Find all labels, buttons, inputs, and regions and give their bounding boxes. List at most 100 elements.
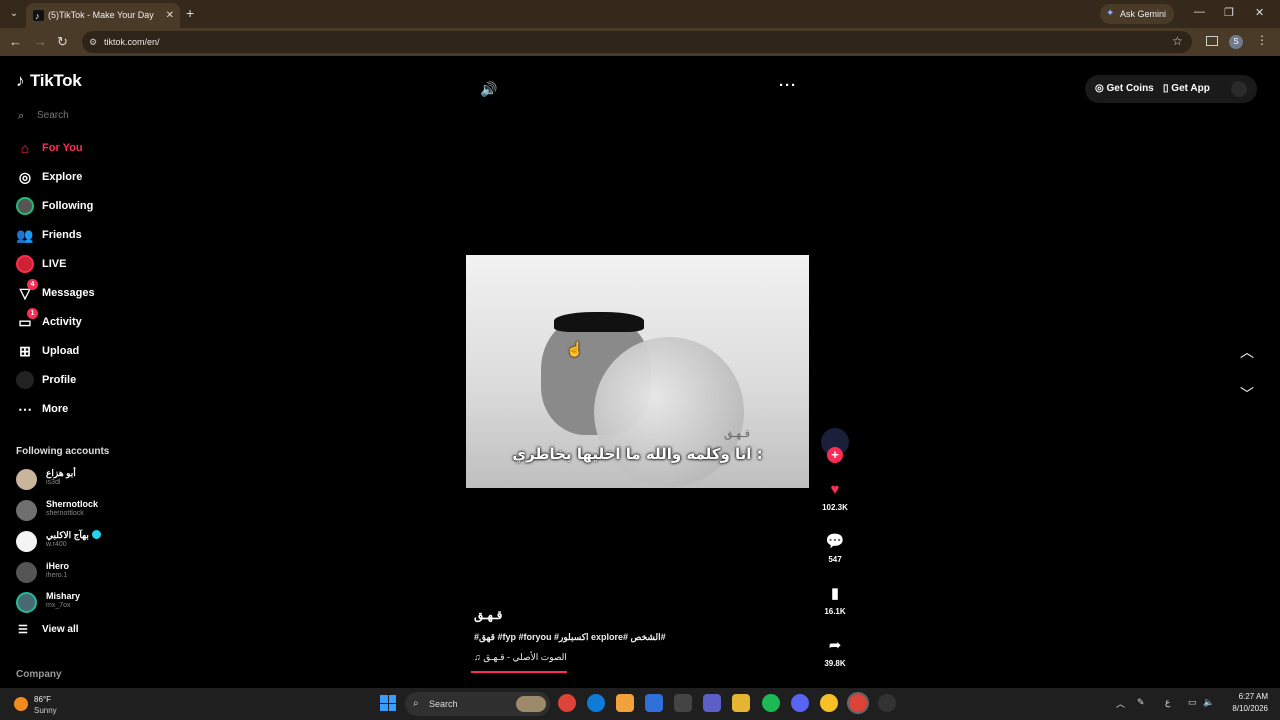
share-button[interactable]: ➦ 39.8K [815, 636, 855, 668]
forward-icon[interactable]: → [34, 34, 47, 49]
close-window-button[interactable]: ✕ [1255, 6, 1264, 19]
nav-label: Profile [42, 374, 77, 386]
network-icon[interactable]: ▭ [1188, 697, 1197, 708]
volume-icon[interactable]: 🔊 [480, 81, 497, 98]
file-explorer-icon[interactable] [732, 694, 750, 712]
app-notification-icon[interactable] [878, 694, 896, 712]
company-link[interactable]: Company [16, 669, 62, 680]
nav-messages[interactable]: ▽ 4 Messages [16, 279, 176, 304]
get-app-label: Get App [1171, 83, 1210, 94]
ask-gemini-button[interactable]: ✦ Ask Gemini [1100, 4, 1175, 24]
view-all-link[interactable]: ☰ View all [16, 624, 79, 636]
next-video-chevron-down-icon[interactable]: ﹀ [1240, 384, 1254, 404]
emoji-app-icon[interactable] [820, 694, 838, 712]
teams-icon[interactable] [703, 694, 721, 712]
get-app-button[interactable]: ▯ Get App [1163, 75, 1210, 103]
verified-badge-icon [91, 530, 101, 539]
account-name: Mishary [46, 591, 81, 601]
app-icon[interactable] [674, 694, 692, 712]
tab-close-button[interactable]: ✕ [166, 3, 174, 28]
url-field[interactable]: ⚙ tiktok.com/en/ [82, 31, 1192, 53]
nav-upload[interactable]: ⊞ Upload [16, 340, 176, 362]
site-info-icon[interactable]: ⚙ [89, 31, 97, 53]
follow-plus-icon[interactable]: + [827, 447, 843, 463]
outlook-icon[interactable] [645, 694, 663, 712]
video-hashtags[interactable]: #قهق #fyp #foryou #اكسبلور explore# الشخ… [474, 632, 666, 643]
video-player[interactable]: قـهـق انا وكلمه والله ما اخليها بخاطري :… [466, 255, 809, 488]
discord-icon[interactable] [791, 694, 809, 712]
minimize-button[interactable]: — [1194, 6, 1205, 18]
get-coins-button[interactable]: ◎ Get Coins [1095, 75, 1154, 103]
save-button[interactable]: ▮ 16.1K [815, 584, 855, 616]
following-account[interactable]: Shernotlock shernottlock [16, 498, 176, 524]
reload-icon[interactable]: ↻ [57, 34, 68, 50]
browser-tab[interactable]: (5)TikTok - Make Your Day ✕ [26, 3, 180, 29]
reading-list-icon[interactable] [1206, 36, 1218, 46]
profile-avatar[interactable]: S [1229, 35, 1243, 49]
store-icon[interactable] [616, 694, 634, 712]
music-link[interactable]: ♫ الصوت الأصلي - قـهـق [474, 652, 567, 663]
save-count: 16.1K [824, 607, 846, 616]
compass-icon: ◎ [18, 169, 32, 185]
video-progress-bar[interactable] [471, 671, 567, 673]
comment-count: 547 [828, 555, 842, 564]
ask-gemini-label: Ask Gemini [1120, 9, 1167, 19]
account-handle: mx_7ox [46, 602, 71, 609]
browser-menu-icon[interactable]: ⋮ [1256, 33, 1268, 47]
avatar [16, 531, 37, 552]
bookmark-star-icon[interactable]: ☆ [1172, 34, 1183, 48]
live-icon [16, 255, 34, 273]
messages-badge: 4 [27, 279, 38, 290]
nav-following[interactable]: Following [16, 195, 176, 217]
like-button[interactable]: ♥ 102.3K [815, 480, 855, 512]
user-avatar[interactable] [1231, 81, 1247, 97]
tiktok-logo[interactable]: ♪ TikTok [16, 71, 82, 91]
video-hand [594, 337, 744, 487]
video-username[interactable]: قـهـق [474, 608, 502, 622]
following-account[interactable]: iHero ihero.1 [16, 560, 176, 586]
search-input[interactable]: ⌕ Search [16, 104, 146, 128]
edge-icon[interactable] [587, 694, 605, 712]
nav-live[interactable]: LIVE [16, 253, 176, 275]
volume-tray-icon[interactable]: 🔈 [1203, 697, 1214, 708]
previous-video-chevron-up-icon[interactable]: ︿ [1240, 342, 1254, 362]
nav-label: More [42, 403, 69, 415]
account-handle: shernottlock [46, 510, 84, 517]
new-tab-button[interactable]: + [186, 5, 194, 21]
comment-button[interactable]: 💬 547 [815, 532, 855, 564]
more-options-icon[interactable]: ··· [779, 77, 797, 94]
nav-explore[interactable]: ◎ Explore [16, 166, 176, 188]
search-icon: ⌕ [18, 110, 25, 122]
bookmark-icon: ▮ [830, 585, 840, 602]
spotify-icon[interactable] [762, 694, 780, 712]
taskbar-search[interactable]: ⌕ Search [405, 692, 550, 716]
account-handle: is3dl [46, 479, 61, 486]
nav-profile[interactable]: Profile [16, 369, 176, 391]
maximize-button[interactable]: ❐ [1224, 6, 1234, 19]
following-account[interactable]: بهآج الاكلبي w.r400 [16, 529, 176, 555]
nav-activity[interactable]: ▭ 1 Activity [16, 308, 176, 333]
tray-chevron-up-icon[interactable]: ︿ [1116, 697, 1125, 710]
following-account[interactable]: أبو هزاع is3dl [16, 467, 176, 493]
chrome-icon[interactable] [558, 694, 576, 712]
avatar [16, 592, 37, 613]
avatar [16, 469, 37, 490]
language-indicator[interactable]: ع [1165, 697, 1170, 708]
windows-start-icon[interactable] [380, 695, 396, 711]
avatar [16, 562, 37, 583]
nav-for-you[interactable]: ⌂ For You [16, 137, 176, 159]
weather-widget[interactable]: 86°F Sunny [14, 692, 84, 716]
list-icon: ☰ [18, 624, 28, 636]
ime-icon[interactable]: ✎ [1137, 697, 1145, 708]
view-all-label: View all [42, 624, 79, 635]
profile-icon [16, 371, 34, 389]
chrome-active-icon[interactable] [847, 692, 869, 714]
nav-friends[interactable]: 👥 Friends [16, 224, 176, 246]
video-watermark: قـهـق [724, 428, 750, 440]
taskbar-clock[interactable]: 6:27 AM 8/10/2026 [1222, 691, 1268, 715]
back-icon[interactable]: ← [9, 34, 22, 49]
nav-more[interactable]: ⋯ More [16, 398, 176, 420]
tab-search-chevron-icon[interactable]: ⌄ [6, 6, 22, 22]
following-account[interactable]: Mishary mx_7ox [16, 590, 176, 616]
account-name: Shernotlock [46, 499, 99, 509]
